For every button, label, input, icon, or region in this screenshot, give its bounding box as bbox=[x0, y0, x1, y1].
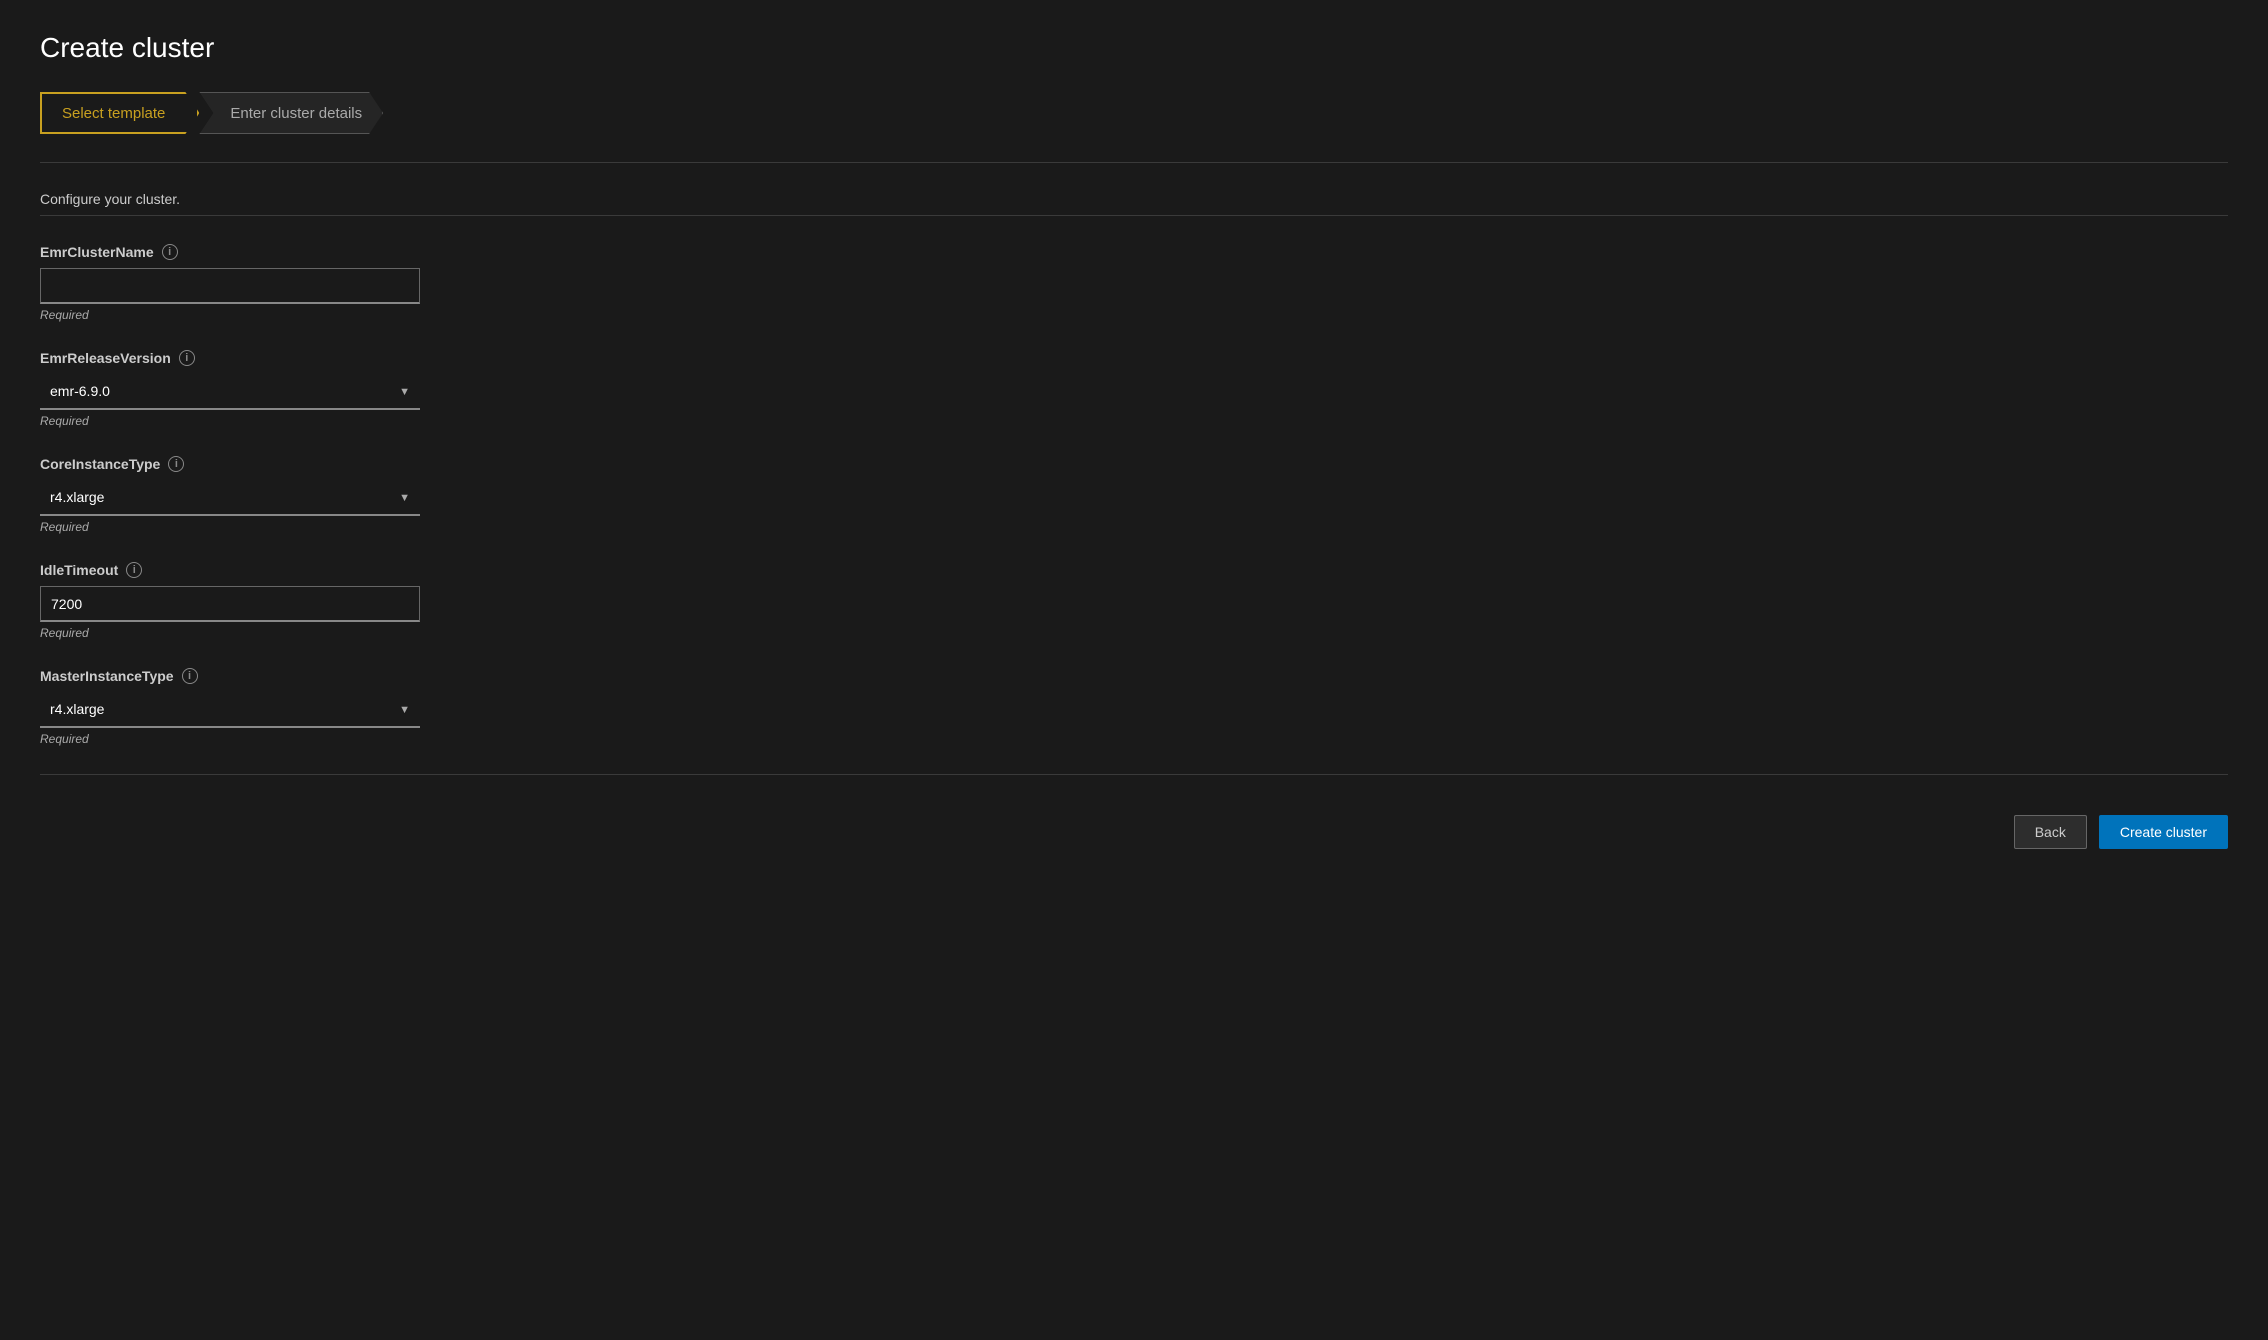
field-core-instance-type: CoreInstanceType i r4.xlarge r4.2xlarge … bbox=[40, 456, 460, 534]
info-icon-emr-release-version[interactable]: i bbox=[179, 350, 195, 366]
required-core-instance-type: Required bbox=[40, 520, 460, 534]
field-label-idle-timeout: IdleTimeout i bbox=[40, 562, 460, 578]
field-label-emr-release-version: EmrReleaseVersion i bbox=[40, 350, 460, 366]
select-wrapper-master-instance-type: r4.xlarge r4.2xlarge r4.4xlarge m5.xlarg… bbox=[40, 692, 420, 728]
label-text-core-instance-type: CoreInstanceType bbox=[40, 456, 160, 472]
subtitle-divider bbox=[40, 215, 2228, 216]
label-text-idle-timeout: IdleTimeout bbox=[40, 562, 118, 578]
input-emr-cluster-name[interactable] bbox=[40, 268, 420, 304]
field-emr-cluster-name: EmrClusterName i Required bbox=[40, 244, 460, 322]
form-subtitle: Configure your cluster. bbox=[40, 191, 2228, 207]
back-button[interactable]: Back bbox=[2014, 815, 2087, 849]
top-divider bbox=[40, 162, 2228, 163]
select-emr-release-version[interactable]: emr-6.9.0 emr-6.8.0 emr-6.7.0 emr-6.6.0 bbox=[40, 374, 420, 410]
select-wrapper-emr-release-version: emr-6.9.0 emr-6.8.0 emr-6.7.0 emr-6.6.0 bbox=[40, 374, 420, 410]
field-label-emr-cluster-name: EmrClusterName i bbox=[40, 244, 460, 260]
page-title: Create cluster bbox=[40, 32, 2228, 64]
select-master-instance-type[interactable]: r4.xlarge r4.2xlarge r4.4xlarge m5.xlarg… bbox=[40, 692, 420, 728]
info-icon-emr-cluster-name[interactable]: i bbox=[162, 244, 178, 260]
info-icon-core-instance-type[interactable]: i bbox=[168, 456, 184, 472]
field-idle-timeout: IdleTimeout i Required bbox=[40, 562, 460, 640]
field-emr-release-version: EmrReleaseVersion i emr-6.9.0 emr-6.8.0 … bbox=[40, 350, 460, 428]
field-master-instance-type: MasterInstanceType i r4.xlarge r4.2xlarg… bbox=[40, 668, 460, 746]
select-wrapper-core-instance-type: r4.xlarge r4.2xlarge r4.4xlarge m5.xlarg… bbox=[40, 480, 420, 516]
field-label-master-instance-type: MasterInstanceType i bbox=[40, 668, 460, 684]
label-text-emr-cluster-name: EmrClusterName bbox=[40, 244, 154, 260]
step-select-template[interactable]: Select template bbox=[40, 92, 199, 134]
info-icon-master-instance-type[interactable]: i bbox=[182, 668, 198, 684]
input-idle-timeout[interactable] bbox=[40, 586, 420, 622]
wizard-steps: Select template Enter cluster details bbox=[40, 92, 2228, 134]
step-enter-cluster-details[interactable]: Enter cluster details bbox=[199, 92, 383, 134]
required-idle-timeout: Required bbox=[40, 626, 460, 640]
bottom-divider bbox=[40, 774, 2228, 775]
create-cluster-button[interactable]: Create cluster bbox=[2099, 815, 2228, 849]
form-section: EmrClusterName i Required EmrReleaseVers… bbox=[40, 244, 460, 746]
footer-actions: Back Create cluster bbox=[40, 799, 2228, 849]
info-icon-idle-timeout[interactable]: i bbox=[126, 562, 142, 578]
label-text-emr-release-version: EmrReleaseVersion bbox=[40, 350, 171, 366]
required-emr-cluster-name: Required bbox=[40, 308, 460, 322]
field-label-core-instance-type: CoreInstanceType i bbox=[40, 456, 460, 472]
required-master-instance-type: Required bbox=[40, 732, 460, 746]
step-enter-cluster-details-label: Enter cluster details bbox=[230, 105, 362, 122]
label-text-master-instance-type: MasterInstanceType bbox=[40, 668, 174, 684]
select-core-instance-type[interactable]: r4.xlarge r4.2xlarge r4.4xlarge m5.xlarg… bbox=[40, 480, 420, 516]
required-emr-release-version: Required bbox=[40, 414, 460, 428]
step-select-template-label: Select template bbox=[62, 105, 165, 122]
